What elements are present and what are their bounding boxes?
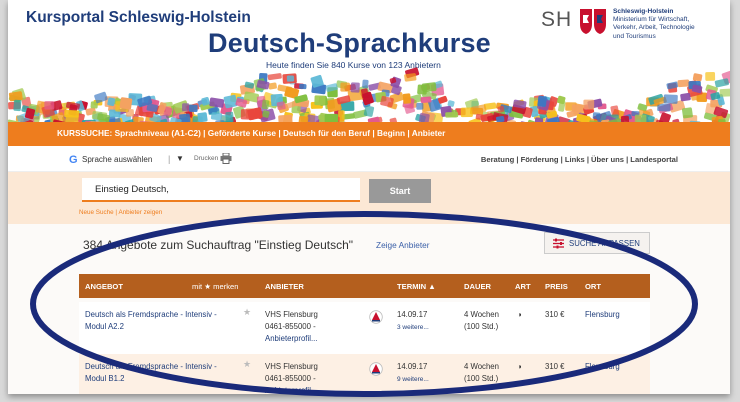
mosaic-banner — [8, 67, 730, 130]
course-title[interactable]: Deutsch als Fremdsprache - Intensiv - Mod… — [85, 361, 217, 385]
column-dauer[interactable]: DAUER — [464, 282, 491, 291]
course-city: Flensburg — [585, 362, 620, 371]
adjust-search-label: SUCHE ANPASSEN — [569, 239, 640, 248]
filter-sliders-icon — [553, 238, 564, 249]
bookmark-star-icon[interactable]: ★ — [243, 359, 251, 370]
result-count-heading: 384 Angebote zum Suchauftrag "Einstieg D… — [83, 238, 354, 252]
search-area: Start Neue Suche | Anbieter zeigen — [8, 172, 730, 224]
google-translate-icon: G — [69, 154, 78, 166]
nav-links[interactable]: KURSSUCHE: Sprachniveau (A1-C2) | Geförd… — [57, 128, 445, 138]
ministry-logo-text: Schleswig-Holstein Ministerium für Wirts… — [613, 8, 695, 40]
provider-info: VHS Flensburg 0461-855000 - Anbieterprof… — [265, 310, 318, 343]
course-date: 14.09.17 3 weitere... — [397, 310, 429, 331]
column-anbieter[interactable]: ANBIETER — [265, 282, 304, 291]
column-preis[interactable]: PREIS — [545, 282, 568, 291]
table-row[interactable]: Deutsch als Fremdsprache - Intensiv - Mod… — [79, 302, 650, 354]
column-termin[interactable]: TERMIN ▲ — [397, 282, 436, 291]
provider-info: VHS Flensburg 0461-855000 - Anbieterprof… — [265, 362, 318, 394]
course-search-nav: KURSSUCHE: Sprachniveau (A1-C2) | Geförd… — [8, 122, 730, 146]
course-price: 310 € — [545, 362, 565, 371]
quality-seal-icon — [369, 362, 383, 376]
service-bar: G Sprache auswählen | ▼ Drucken Beratung… — [8, 146, 730, 172]
provider-profile-link[interactable]: Anbieterprofil... — [265, 386, 317, 394]
course-date: 14.09.17 9 weitere... — [397, 362, 429, 383]
show-providers-link[interactable]: Zeige Anbieter — [376, 240, 430, 250]
course-price: 310 € — [545, 310, 565, 319]
column-ort[interactable]: ORT — [585, 282, 601, 291]
column-art[interactable]: ART — [515, 282, 531, 291]
portal-title[interactable]: Kursportal Schleswig-Holstein — [26, 9, 251, 27]
language-select[interactable]: Sprache auswählen — [82, 155, 152, 164]
column-merken[interactable]: mit ★ merken — [192, 282, 238, 291]
table-row[interactable]: Deutsch als Fremdsprache - Intensiv - Mod… — [79, 354, 650, 394]
course-title[interactable]: Deutsch als Fremdsprache - Intensiv - Mod… — [85, 309, 217, 333]
adjust-search-button[interactable]: SUCHE ANPASSEN — [544, 232, 650, 254]
course-duration: 4 Wochen (100 Std.) — [464, 310, 499, 331]
course-type-icon: ◑ — [517, 310, 522, 319]
course-duration: 4 Wochen (100 Std.) — [464, 362, 499, 383]
page-title: Deutsch-Sprachkurse — [208, 28, 491, 58]
start-button[interactable]: Start — [369, 179, 431, 203]
course-type-icon: ◑ — [517, 362, 522, 371]
bookmark-star-icon[interactable]: ★ — [243, 307, 251, 318]
search-input[interactable] — [82, 178, 360, 202]
search-sub-links[interactable]: Neue Suche | Anbieter zeigen — [79, 209, 162, 216]
chevron-down-icon[interactable]: ▼ — [176, 154, 184, 163]
column-angebot[interactable]: ANGEBOT — [85, 282, 123, 291]
sh-logo[interactable]: SH — [541, 8, 572, 32]
course-city: Flensburg — [585, 310, 620, 319]
browser-page: Kursportal Schleswig-Holstein Deutsch-Sp… — [8, 0, 730, 394]
quality-seal-icon — [369, 310, 383, 324]
results-table-header: ANGEBOT mit ★ merken ANBIETER TERMIN ▲ D… — [79, 274, 650, 298]
provider-profile-link[interactable]: Anbieterprofil... — [265, 334, 317, 343]
more-dates-link[interactable]: 3 weitere... — [397, 324, 429, 331]
more-dates-link[interactable]: 9 weitere... — [397, 376, 429, 383]
coat-of-arms-icon — [580, 9, 606, 34]
print-link[interactable]: Drucken — [194, 155, 218, 162]
results-section: 384 Angebote zum Suchauftrag "Einstieg D… — [8, 224, 730, 394]
printer-icon[interactable] — [220, 153, 232, 164]
service-links[interactable]: Beratung | Förderung | Links | Über uns … — [481, 155, 678, 164]
